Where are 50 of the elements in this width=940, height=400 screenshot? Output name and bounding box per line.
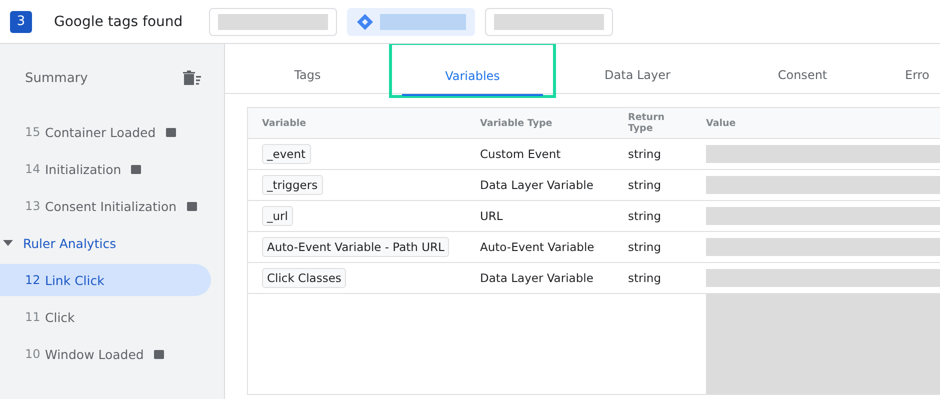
event-label: Initialization — [45, 162, 122, 176]
event-number: 12 — [25, 273, 39, 287]
column-header: Return Type — [614, 108, 692, 138]
tab[interactable]: Tags — [225, 44, 390, 93]
table-cell: string — [614, 200, 692, 232]
event-item[interactable]: 10 Window Loaded — [0, 338, 211, 370]
event-number: 14 — [25, 162, 39, 176]
variable-name: _triggers — [262, 175, 323, 195]
event-number: 15 — [25, 125, 39, 139]
count-badge: 3 — [10, 10, 32, 32]
group-label[interactable]: Ruler Analytics — [23, 236, 116, 250]
event-item[interactable]: 14 Initialization — [0, 153, 211, 185]
variable-name: Auto-Event Variable - Path URL — [262, 237, 450, 257]
variable-name: _event — [262, 144, 311, 164]
header-title: Google tags found — [54, 14, 183, 30]
container-chip[interactable] — [346, 8, 475, 36]
diamond-logo-icon — [356, 12, 374, 30]
tab[interactable]: Variables — [390, 44, 555, 97]
column-header: Variable Type — [466, 108, 614, 138]
tab[interactable]: Erro — [885, 44, 930, 93]
expand-caret-icon[interactable] — [3, 240, 13, 246]
sidebar-title: Summary — [25, 70, 88, 86]
tab[interactable]: Data Layer — [555, 44, 720, 93]
table-cell: Custom Event — [466, 138, 614, 170]
event-label: Consent Initialization — [45, 198, 177, 214]
event-item[interactable]: 11 Click — [0, 301, 211, 333]
event-label: Link Click — [45, 272, 104, 288]
table-cell: string — [614, 138, 692, 170]
table-cell: string — [614, 232, 692, 262]
event-number: 11 — [25, 310, 39, 324]
delete-list-icon[interactable] — [182, 70, 202, 86]
table-cell: Data Layer Variable — [466, 170, 614, 200]
table-cell: string — [614, 170, 692, 200]
variable-name: Click Classes — [262, 268, 346, 288]
table-cell: URL — [466, 200, 614, 232]
table-cell: Data Layer Variable — [466, 262, 614, 294]
event-item[interactable]: 13 Consent Initialization — [0, 190, 211, 222]
event-item[interactable]: 12 Link Click — [0, 264, 211, 296]
event-label: Click — [45, 310, 75, 324]
table-cell: Auto-Event Variable — [466, 232, 614, 262]
variable-name: _url — [262, 206, 293, 226]
event-item[interactable]: 15 Container Loaded — [0, 116, 211, 148]
column-header: Variable — [248, 108, 466, 138]
event-number: 13 — [25, 199, 39, 213]
event-label: Window Loaded — [45, 346, 144, 362]
tab[interactable]: Consent — [720, 44, 885, 93]
event-number: 10 — [25, 347, 39, 361]
column-header: Value — [692, 108, 940, 138]
event-label: Container Loaded — [45, 124, 156, 140]
table-cell: string — [614, 262, 692, 294]
